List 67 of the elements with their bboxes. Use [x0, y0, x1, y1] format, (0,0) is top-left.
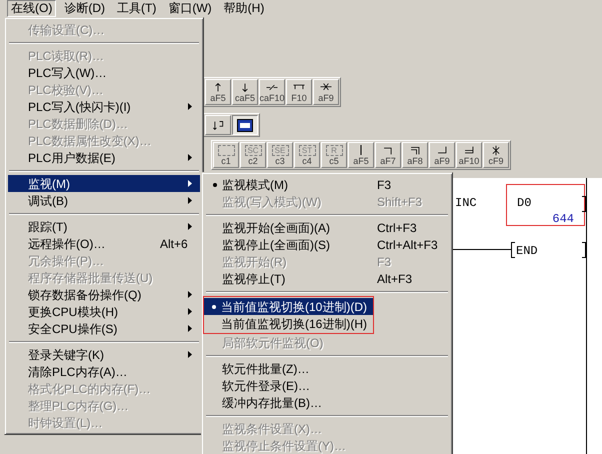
menu-item[interactable]: 监视(M)	[8, 175, 200, 192]
toolbar-button[interactable]: c1	[213, 142, 239, 168]
menu-item[interactable]: 当前值监视切换(10进制)(D)	[204, 298, 373, 315]
instruction-text: END	[516, 243, 538, 260]
instruction-text: INC	[455, 195, 477, 212]
menu-item[interactable]: 软元件登录(E)…	[205, 377, 449, 394]
dashed-box-icon: SC	[244, 144, 262, 156]
toolbar-button[interactable]: R c5	[321, 142, 347, 168]
menu-item[interactable]: 调试(B)	[8, 192, 200, 209]
menu-item[interactable]: 监视停止(T) Alt+F3	[205, 270, 449, 287]
toolbar-button[interactable]: aF5	[205, 79, 231, 105]
cross-line-icon	[319, 82, 333, 92]
menu-bar-item[interactable]: 工具(T)	[113, 0, 160, 17]
toolbar-button[interactable]: aF10	[456, 142, 482, 168]
bottom-corner-icon	[435, 144, 449, 156]
menu-item[interactable]: 监视开始(全画面)(A) Ctrl+F3	[205, 219, 449, 236]
toolbar-button[interactable]: aF9	[313, 79, 339, 105]
dashed-box-icon: R	[326, 144, 342, 156]
menu-item[interactable]: 安全CPU操作(S)	[8, 320, 200, 337]
menu-item[interactable]: 更换CPU模块(H)	[8, 303, 200, 320]
menu-item[interactable]: 远程操作(O)… Alt+6	[8, 235, 200, 252]
menu-item[interactable]: 跟踪(T)	[8, 218, 200, 235]
toolbar-button[interactable]: aF8	[402, 142, 428, 168]
submenu-arrow-icon	[188, 308, 192, 315]
current-value: 644	[552, 211, 574, 228]
menu-item[interactable]: 登录关键字(K)	[8, 346, 200, 363]
menu-bar-item[interactable]: 帮助(H)	[220, 0, 268, 17]
arrows-icon	[211, 120, 225, 130]
menu-item[interactable]: PLC写入(W)…	[8, 64, 200, 81]
menu-item[interactable]: PLC用户数据(E)	[8, 149, 200, 166]
submenu-arrow-icon	[188, 197, 192, 204]
menu-bar-item[interactable]: 窗口(W)	[164, 0, 216, 17]
menu-item[interactable]: 锁存数据备份操作(Q)	[8, 286, 200, 303]
toolbar-button[interactable]: aF7	[375, 142, 401, 168]
double-bottom-icon	[462, 144, 476, 156]
menu-bar-item[interactable]: 诊断(D)	[60, 0, 109, 17]
dashed-box-icon: ST	[298, 144, 316, 156]
monitor-icon	[237, 118, 253, 132]
toolbar-button[interactable]: F10	[286, 79, 312, 105]
toolbar-button[interactable]: SC c2	[240, 142, 266, 168]
menu-item[interactable]: 当前值监视切换(16进制)(H)	[204, 315, 373, 332]
dashed-box-icon	[218, 144, 234, 156]
submenu-arrow-icon	[188, 223, 192, 230]
dashed-box-icon: SE	[272, 144, 288, 156]
menu-item[interactable]: 软元件批量(Z)…	[205, 360, 449, 377]
menu-bar-item[interactable]: 在线(O)	[7, 0, 56, 17]
toolbar-button[interactable]: aF5	[348, 142, 374, 168]
submenu-arrow-icon	[188, 291, 192, 298]
menu-item[interactable]: 监视停止(全画面)(S) Ctrl+Alt+F3	[205, 236, 449, 253]
vline-icon	[360, 144, 362, 156]
submenu-arrow-icon	[188, 103, 192, 110]
submenu-arrow-icon	[188, 351, 192, 358]
submenu-arrow-icon	[188, 325, 192, 332]
menu-item[interactable]: 缓冲内存批量(B)…	[205, 394, 449, 411]
toolbar-button[interactable]: aF9	[429, 142, 455, 168]
submenu-arrow-icon	[188, 180, 192, 187]
toolbar-button[interactable]: caF5	[232, 79, 258, 105]
toolbar-button[interactable]: cF9	[483, 142, 509, 168]
toolbar-button[interactable]	[232, 115, 258, 135]
menu-item[interactable]: 监视模式(M) F3	[205, 176, 449, 193]
double-corner-icon	[408, 144, 422, 156]
menu-item[interactable]: 清除PLC内存(A)…	[8, 363, 200, 380]
toolbar-button[interactable]: SE c3	[267, 142, 293, 168]
operand-text: D0	[517, 195, 532, 212]
toolbar-button[interactable]: ST c4	[294, 142, 320, 168]
menu-item[interactable]: PLC写入(快闪卡)(I)	[8, 98, 200, 115]
submenu-arrow-icon	[188, 154, 192, 161]
